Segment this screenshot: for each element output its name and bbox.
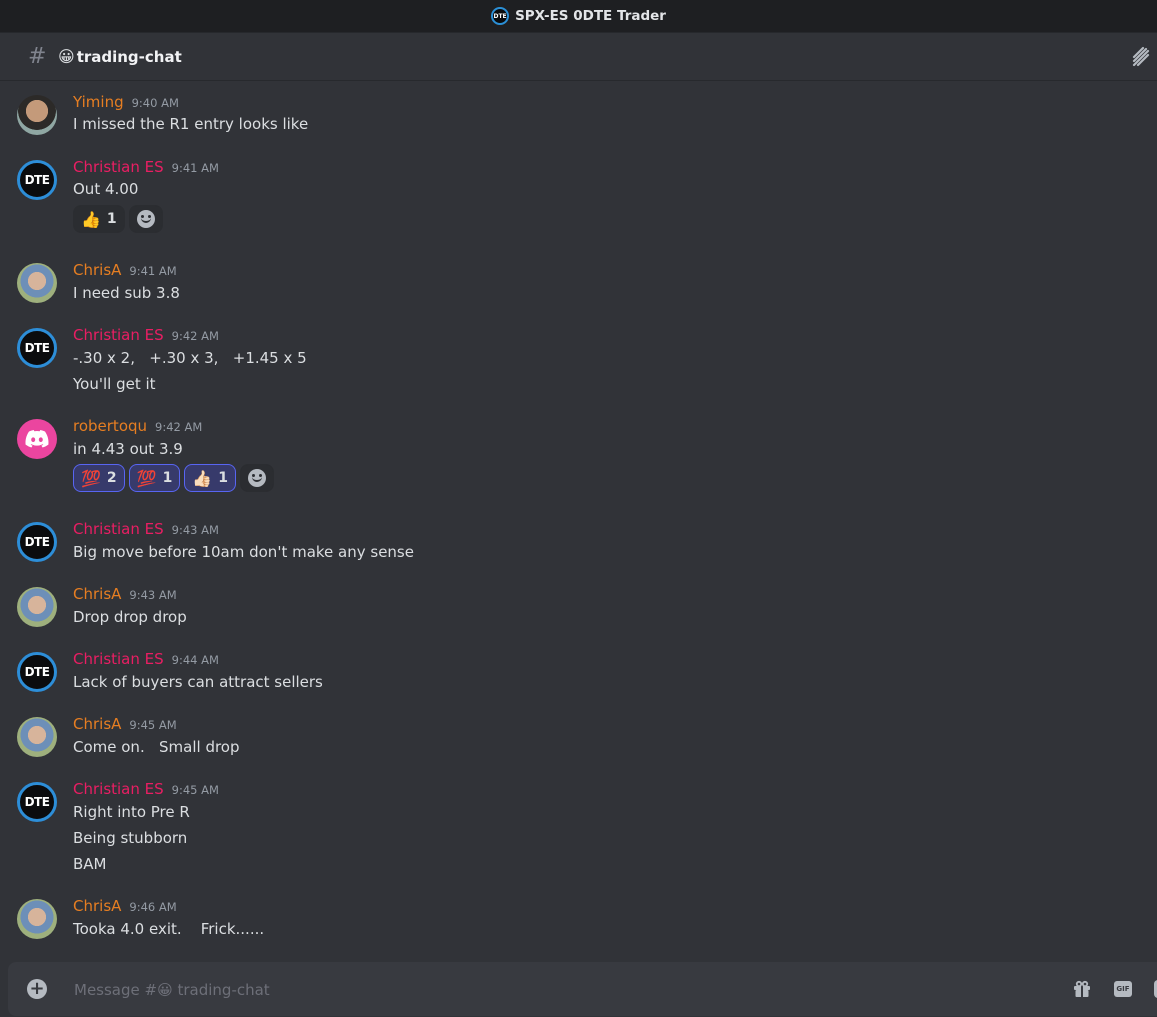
message-header: Christian ES 9:44 AM bbox=[73, 650, 219, 668]
avatar-dte-logo[interactable]: DTE bbox=[17, 652, 57, 692]
message-header: robertoqu 9:42 AM bbox=[73, 417, 202, 435]
message-text: Right into Pre R bbox=[73, 803, 190, 821]
message-text: Come on. Small drop bbox=[73, 738, 240, 756]
avatar-photo[interactable] bbox=[17, 899, 57, 939]
message-text: You'll get it bbox=[73, 375, 156, 393]
message-input[interactable] bbox=[72, 976, 976, 1004]
timestamp: 9:46 AM bbox=[129, 900, 177, 914]
message-text: -.30 x 2, +.30 x 3, +1.45 x 5 bbox=[73, 349, 307, 367]
avatar-logo-text: DTE bbox=[24, 173, 50, 187]
message-text: I missed the R1 entry looks like bbox=[73, 115, 309, 133]
avatar-photo[interactable] bbox=[17, 717, 57, 757]
timestamp: 9:42 AM bbox=[171, 329, 219, 343]
server-logo-icon: DTE bbox=[491, 7, 510, 25]
username[interactable]: Christian ES bbox=[73, 650, 164, 668]
username[interactable]: ChrisA bbox=[73, 715, 121, 733]
message-text: in 4.43 out 3.9 bbox=[73, 440, 183, 458]
reaction-count: 1 bbox=[218, 470, 229, 486]
avatar-dte-logo[interactable]: DTE bbox=[17, 782, 57, 822]
timestamp: 9:40 AM bbox=[131, 96, 179, 110]
reaction-button[interactable]: 💯 1 bbox=[128, 464, 181, 492]
username[interactable]: Christian ES bbox=[73, 158, 164, 176]
avatar-logo-text: DTE bbox=[24, 341, 50, 355]
discord-logo-icon bbox=[25, 430, 49, 448]
reaction-count: 1 bbox=[106, 211, 117, 227]
message-text: BAM bbox=[73, 855, 107, 873]
avatar-dte-logo[interactable]: DTE bbox=[17, 328, 57, 368]
timestamp: 9:43 AM bbox=[171, 523, 219, 537]
channel-hash-icon: # bbox=[28, 44, 47, 69]
message-header: ChrisA 9:43 AM bbox=[73, 585, 177, 603]
reaction-emoji: 💯 bbox=[81, 468, 101, 488]
avatar-dte-logo[interactable]: DTE bbox=[17, 522, 57, 562]
timestamp: 9:44 AM bbox=[171, 653, 219, 667]
username[interactable]: Christian ES bbox=[73, 520, 164, 538]
gift-icon[interactable] bbox=[1072, 979, 1092, 999]
username[interactable]: robertoqu bbox=[73, 417, 147, 435]
reaction-button[interactable]: 👍 1 bbox=[73, 205, 125, 233]
message-header: Christian ES 9:45 AM bbox=[73, 780, 219, 798]
avatar-dte-logo[interactable]: DTE bbox=[17, 160, 57, 200]
window-title: SPX-ES 0DTE Trader bbox=[515, 8, 666, 24]
username[interactable]: Yiming bbox=[73, 93, 124, 111]
message-header: Christian ES 9:41 AM bbox=[73, 158, 219, 176]
avatar-logo-text: DTE bbox=[24, 665, 50, 679]
message-header: ChrisA 9:46 AM bbox=[73, 897, 177, 915]
timestamp: 9:41 AM bbox=[129, 264, 177, 278]
timestamp: 9:41 AM bbox=[171, 161, 219, 175]
message-text: Tooka 4.0 exit. Frick...... bbox=[73, 920, 265, 938]
message-text: Big move before 10am don't make any sens… bbox=[73, 543, 414, 561]
username[interactable]: Christian ES bbox=[73, 326, 164, 344]
timestamp: 9:45 AM bbox=[129, 718, 177, 732]
reaction-count: 2 bbox=[106, 470, 117, 486]
username[interactable]: ChrisA bbox=[73, 585, 121, 603]
reaction-button[interactable]: 👍🏻 1 bbox=[184, 464, 237, 492]
message-header: ChrisA 9:41 AM bbox=[73, 261, 177, 279]
add-reaction-button[interactable] bbox=[128, 205, 163, 233]
message-header: Yiming 9:40 AM bbox=[73, 93, 179, 111]
username[interactable]: ChrisA bbox=[73, 261, 121, 279]
username[interactable]: ChrisA bbox=[73, 897, 121, 915]
threads-icon[interactable] bbox=[1129, 45, 1151, 67]
avatar-photo[interactable] bbox=[17, 263, 57, 303]
avatar-photo[interactable] bbox=[17, 95, 57, 135]
channel-emoji: 😀 bbox=[58, 47, 75, 66]
add-reaction-smile-icon bbox=[248, 469, 267, 487]
message-text: Out 4.00 bbox=[73, 180, 139, 198]
avatar-photo[interactable] bbox=[17, 587, 57, 627]
message-composer: + GIF bbox=[8, 962, 1157, 1016]
reaction-emoji: 💯 bbox=[136, 468, 157, 488]
timestamp: 9:45 AM bbox=[171, 783, 219, 797]
channel-header: # 😀 trading-chat bbox=[0, 33, 1157, 81]
message-text: Lack of buyers can attract sellers bbox=[73, 673, 323, 691]
avatar-logo-text: DTE bbox=[24, 795, 50, 809]
reaction-bar: 💯 2 💯 1 👍🏻 1 bbox=[73, 464, 275, 492]
channel-name: trading-chat bbox=[76, 47, 182, 66]
reaction-emoji: 👍 bbox=[81, 209, 101, 229]
timestamp: 9:43 AM bbox=[129, 588, 177, 602]
timestamp: 9:42 AM bbox=[155, 420, 203, 434]
reaction-count: 1 bbox=[162, 470, 173, 486]
message-text: I need sub 3.8 bbox=[73, 284, 180, 302]
message-header: ChrisA 9:45 AM bbox=[73, 715, 177, 733]
avatar-discord-default-icon[interactable] bbox=[17, 419, 57, 459]
reaction-emoji: 👍🏻 bbox=[192, 468, 213, 488]
add-reaction-button[interactable] bbox=[240, 464, 275, 492]
add-reaction-smile-icon bbox=[136, 210, 155, 228]
gif-picker-button[interactable]: GIF bbox=[1114, 981, 1132, 997]
message-header: Christian ES 9:42 AM bbox=[73, 326, 219, 344]
message-text: Drop drop drop bbox=[73, 608, 187, 626]
message-text: Being stubborn bbox=[73, 829, 188, 847]
avatar-logo-text: DTE bbox=[24, 535, 50, 549]
message-header: Christian ES 9:43 AM bbox=[73, 520, 219, 538]
window-titlebar: DTE SPX-ES 0DTE Trader bbox=[0, 0, 1157, 33]
add-attachment-button[interactable]: + bbox=[27, 979, 47, 999]
reaction-bar: 👍 1 bbox=[73, 205, 163, 233]
reaction-button[interactable]: 💯 2 bbox=[73, 464, 125, 492]
username[interactable]: Christian ES bbox=[73, 780, 164, 798]
